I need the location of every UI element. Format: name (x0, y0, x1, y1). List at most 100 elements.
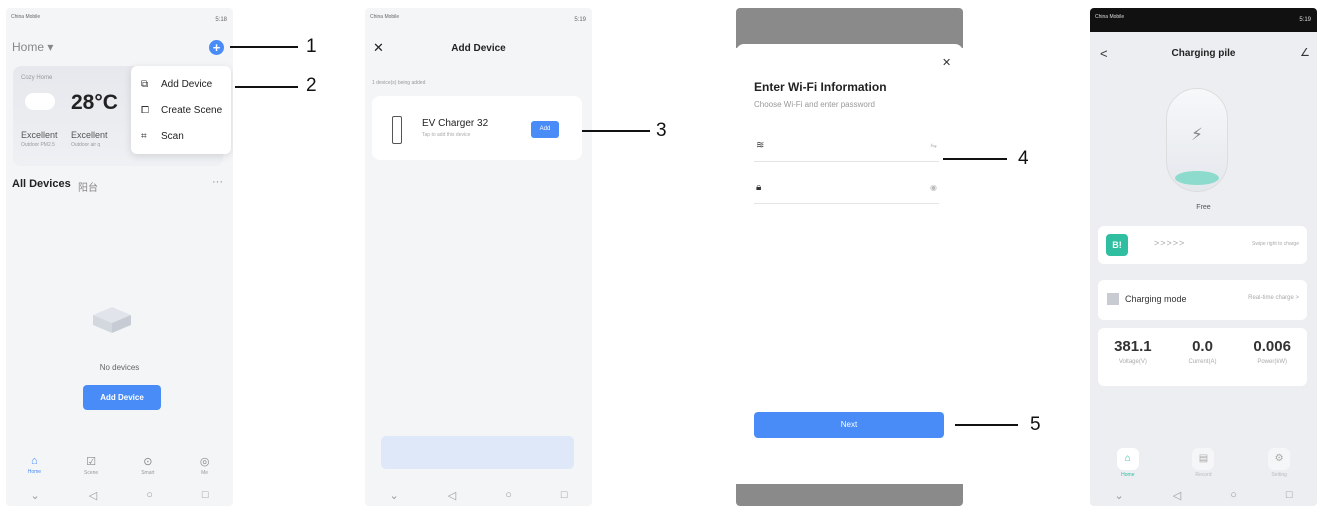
callout-number-2: 2 (306, 75, 317, 96)
edit-icon[interactable]: ∠ (1300, 46, 1310, 59)
pile-base (1175, 171, 1219, 185)
tab-label: Record (1195, 472, 1212, 478)
add-plus-button[interactable]: + (209, 40, 224, 55)
nav-back-icon[interactable]: ◁ (89, 489, 97, 502)
nav-home-icon[interactable]: ○ (146, 489, 153, 501)
tab-me[interactable]: ◎ Me (185, 455, 225, 485)
nav-home-icon[interactable]: ○ (1230, 489, 1237, 501)
room-tab[interactable]: 阳台 (78, 179, 98, 194)
menu-item-label: Create Scene (161, 104, 223, 116)
metric-value: 0.0 (1192, 338, 1213, 355)
swipe-hint: Swipe right to charge (1252, 241, 1299, 247)
add-button[interactable]: Add (531, 121, 559, 138)
metric-value: 381.1 (1114, 338, 1152, 355)
device-name: EV Charger 32 (422, 118, 489, 129)
tab-home[interactable]: ⌂ Home (14, 455, 54, 485)
callout-number-1: 1 (306, 36, 317, 57)
metric-value: 0.006 (1253, 338, 1291, 355)
nav-recents-icon[interactable]: □ (561, 489, 568, 501)
tab-scene[interactable]: ☑ Scene (71, 455, 111, 485)
ev-charger-icon (392, 116, 402, 144)
metric-current: 0.0 Current(A) (1168, 328, 1238, 386)
callout-line-3 (582, 130, 650, 132)
next-button[interactable]: Next (754, 412, 944, 438)
mode-label: Charging mode (1125, 294, 1187, 304)
nav-home-icon[interactable]: ○ (505, 489, 512, 501)
slider-handle[interactable]: B! (1106, 234, 1128, 256)
add-device-icon: ⧉ (141, 78, 149, 90)
scan-icon: ⌗ (141, 130, 147, 142)
add-menu-popup: ⧉ Add Device ⧠ Create Scene ⌗ Scan (131, 66, 231, 154)
more-icon[interactable]: ··· (212, 176, 223, 188)
grid-icon (1107, 293, 1119, 305)
charging-pile-illustration: ⚡︎ (1166, 88, 1228, 192)
tab-label: Home (27, 469, 42, 475)
status-time: 5:18 (215, 17, 227, 23)
temperature: 28°C (71, 91, 118, 114)
device-card[interactable]: EV Charger 32 Tap to add this device Add (372, 96, 582, 160)
menu-item-create-scene[interactable]: ⧠ Create Scene (141, 100, 222, 120)
instruction-figure: China Mobile 5:18 Home ▾ + Cozy Home 28°… (0, 0, 1319, 507)
air-quality-label: Outdoor PM2.5 (21, 142, 55, 148)
air-quality-label: Outdoor air q (71, 142, 101, 148)
nav-back-icon[interactable]: ◁ (1173, 489, 1181, 502)
home-screen: China Mobile 5:18 Home ▾ + Cozy Home 28°… (6, 8, 233, 506)
carrier-label: China Mobile (1095, 14, 1125, 20)
nav-down-icon[interactable]: ⌄ (31, 489, 40, 502)
nav-back-icon[interactable]: ◁ (448, 489, 456, 502)
tab-label: Smart (141, 470, 155, 476)
nav-down-icon[interactable]: ⌄ (1115, 489, 1124, 502)
tab-smart[interactable]: ⊙ Smart (128, 455, 168, 485)
metric-voltage: 381.1 Voltage(V) (1098, 328, 1168, 386)
mode-value: Real-time charge > (1248, 295, 1299, 301)
password-field[interactable]: 🔒︎ ◉ (754, 172, 939, 204)
cloud-icon (25, 93, 55, 110)
tab-home[interactable]: ⌂ Home (1108, 448, 1148, 484)
wifi-name-field[interactable]: ≋ ⇋ (754, 130, 939, 162)
nav-recents-icon[interactable]: □ (1286, 489, 1293, 501)
eye-icon[interactable]: ◉ (930, 183, 937, 192)
sheet-title: Enter Wi-Fi Information (754, 80, 887, 94)
tab-record[interactable]: ▤ Record (1183, 448, 1223, 484)
add-device-button[interactable]: Add Device (83, 385, 161, 410)
carrier-label: China Mobile (11, 14, 41, 20)
tab-label: Home (1121, 472, 1135, 478)
dimmed-background (736, 8, 963, 48)
device-subtitle: Tap to add this device (422, 132, 471, 138)
system-nav-bar: ⌄ ◁ ○ □ (1090, 484, 1317, 506)
swipe-arrows: >>>>> (1154, 238, 1186, 248)
swipe-to-charge-slider[interactable]: B! >>>>> Swipe right to charge (1098, 226, 1307, 264)
lock-icon: 🔒︎ (756, 182, 762, 193)
menu-item-scan[interactable]: ⌗ Scan (141, 126, 184, 146)
tab-label: Me (201, 470, 209, 476)
weather-location: Cozy Home (21, 75, 53, 81)
status-bar: China Mobile 5:18 (6, 8, 233, 32)
lightning-icon: ⚡︎ (1191, 125, 1203, 144)
bottom-tab-bar: ⌂ Home ▤ Record ⚙ Setting (1090, 448, 1317, 484)
tab-setting[interactable]: ⚙ Setting (1259, 448, 1299, 484)
tab-label: Setting (1271, 472, 1287, 478)
system-nav-bar: ⌄ ◁ ○ □ (365, 484, 592, 506)
close-icon[interactable]: ✕ (942, 56, 951, 69)
home-icon: ⌂ (1116, 448, 1139, 470)
scene-icon: ☑ (86, 456, 97, 468)
air-quality-value: Excellent (71, 130, 108, 140)
wifi-sheet: ✕ Enter Wi-Fi Information Choose Wi-Fi a… (736, 44, 963, 484)
all-devices-heading[interactable]: All Devices (12, 178, 71, 190)
menu-item-add-device[interactable]: ⧉ Add Device (141, 74, 212, 94)
nav-recents-icon[interactable]: □ (202, 489, 209, 501)
add-device-screen: China Mobile 5:19 ✕ Add Device 1 device(… (365, 8, 592, 506)
switch-network-icon[interactable]: ⇋ (930, 141, 937, 150)
empty-state-text: No devices (99, 363, 140, 372)
empty-box-illustration (93, 307, 131, 333)
charging-mode-row[interactable]: Charging mode Real-time charge > (1098, 280, 1307, 320)
sheet-subtitle: Choose Wi-Fi and enter password (754, 100, 875, 109)
status-bar: China Mobile 5:19 (1090, 8, 1317, 32)
status-time: 5:19 (1299, 17, 1311, 23)
home-selector[interactable]: Home ▾ (12, 40, 53, 54)
wifi-info-screen: ✕ Enter Wi-Fi Information Choose Wi-Fi a… (736, 8, 963, 506)
nav-down-icon[interactable]: ⌄ (390, 489, 399, 502)
page-title: Charging pile (1171, 48, 1236, 59)
create-scene-icon: ⧠ (141, 104, 149, 116)
metric-label: Voltage(V) (1118, 359, 1147, 365)
